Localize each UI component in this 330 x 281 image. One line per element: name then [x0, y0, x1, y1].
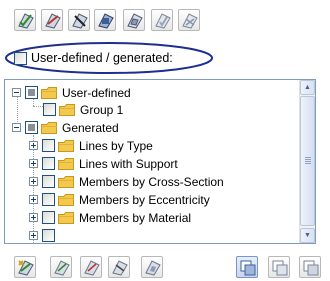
select-surfaces-button[interactable]: [94, 9, 116, 31]
copy-group-icon: [84, 260, 100, 276]
delete-group-button[interactable]: [108, 256, 130, 278]
select-surfaces-icon: [98, 13, 114, 29]
tree-item-lines-with-support[interactable]: Lines with Support: [29, 155, 178, 172]
tree-item-label: Group 1: [80, 102, 124, 117]
tree-checkbox[interactable]: [42, 211, 55, 224]
scroll-thumb[interactable]: [300, 96, 315, 226]
group-properties-button[interactable]: [141, 256, 163, 278]
tree-checkbox[interactable]: [42, 157, 55, 170]
tree-item-generated[interactable]: Generated: [12, 119, 119, 136]
tree-item-label: Members by Cross-Section: [79, 174, 224, 189]
tree-checkbox[interactable]: [43, 103, 56, 116]
tree-item-label: Lines by Type: [79, 138, 153, 153]
expand-toggle[interactable]: [29, 177, 38, 186]
invert-selection-icon: [182, 13, 198, 29]
show-selected-icon: [240, 260, 256, 276]
folder-icon: [41, 121, 57, 134]
show-selected-button[interactable]: [236, 256, 258, 278]
folder-icon: [59, 103, 75, 116]
tree-item-label: Generated: [62, 120, 119, 135]
select-lines-button[interactable]: [68, 9, 90, 31]
edit-group-button[interactable]: [50, 256, 72, 278]
new-group-icon: [18, 260, 34, 276]
folder-icon: [58, 211, 74, 224]
expand-toggle[interactable]: [29, 195, 38, 204]
tree-checkbox[interactable]: [42, 175, 55, 188]
select-solids-icon: [127, 13, 143, 29]
tree-checkbox[interactable]: [25, 121, 38, 134]
expand-toggle[interactable]: [29, 213, 38, 222]
folder-icon: [58, 139, 74, 152]
tree-item-label: Members by Material: [79, 210, 192, 225]
tree-item-label: User-defined: [62, 85, 131, 100]
tree-connector: [33, 106, 43, 107]
tree-item-label: Lines with Support: [79, 156, 178, 171]
copy-group-button[interactable]: [80, 256, 102, 278]
filter-label: User-defined / generated:: [31, 51, 173, 65]
folder-icon: [58, 175, 74, 188]
tree-item-members-by-cross-section[interactable]: Members by Cross-Section: [29, 173, 224, 190]
collapse-toggle[interactable]: [12, 88, 21, 97]
tree-checkbox[interactable]: [42, 139, 55, 152]
delete-group-icon: [112, 260, 128, 276]
show-all-button[interactable]: [299, 256, 321, 278]
select-all-icon: [18, 13, 34, 29]
tree-item-members-by-eccentricity[interactable]: Members by Eccentricity: [29, 191, 210, 208]
select-solids-button[interactable]: [123, 9, 145, 31]
tree-checkbox[interactable]: [42, 193, 55, 206]
tree-item-members-by-material[interactable]: Members by Material: [29, 209, 191, 226]
tree-scrollbar[interactable]: ▲ ▼: [299, 80, 315, 243]
edit-group-icon: [54, 260, 70, 276]
hide-selected-icon: [272, 260, 288, 276]
scroll-down-button[interactable]: ▼: [300, 228, 315, 243]
select-members-button[interactable]: [41, 9, 63, 31]
tree-item-label: Members by Eccentricity: [79, 192, 210, 207]
folder-icon: [58, 157, 74, 170]
scroll-grip: [305, 157, 311, 164]
tree-item-lines-by-type[interactable]: Lines by Type: [29, 137, 153, 154]
collapse-toggle[interactable]: [12, 123, 21, 132]
tree-item-group-1[interactable]: Group 1: [43, 101, 123, 118]
show-all-icon: [303, 260, 319, 276]
tree-checkbox[interactable]: [25, 86, 38, 99]
deselect-icon: [155, 13, 171, 29]
tree-checkbox[interactable]: [42, 229, 55, 242]
scroll-up-button[interactable]: ▲: [300, 80, 315, 95]
folder-icon: [58, 193, 74, 206]
user-defined-generated-filter[interactable]: User-defined / generated:: [14, 50, 173, 66]
expand-toggle[interactable]: [29, 141, 38, 150]
expand-toggle[interactable]: [29, 159, 38, 168]
select-lines-icon: [72, 13, 88, 29]
folder-icon: [41, 86, 57, 99]
group-tree[interactable]: User-defined Group 1 Generated Lines by …: [4, 79, 316, 244]
invert-selection-button[interactable]: [178, 9, 200, 31]
expand-toggle[interactable]: [29, 231, 38, 240]
tree-item-partial[interactable]: [29, 227, 58, 243]
select-members-icon: [45, 13, 61, 29]
filter-checkbox[interactable]: [14, 51, 27, 65]
select-all-button[interactable]: [14, 9, 36, 31]
hide-selected-button[interactable]: [268, 256, 290, 278]
group-properties-icon: [145, 260, 161, 276]
new-group-button[interactable]: [14, 256, 36, 278]
deselect-button[interactable]: [151, 9, 173, 31]
tree-item-user-defined[interactable]: User-defined: [12, 84, 131, 101]
